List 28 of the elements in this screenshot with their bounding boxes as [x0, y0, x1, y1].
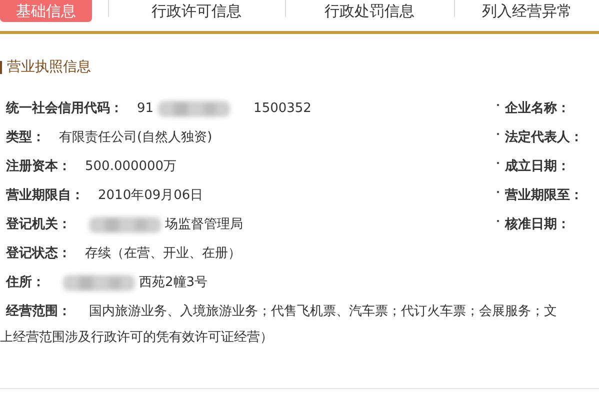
field-label: 经营范围： — [6, 302, 71, 321]
field-value: 场监督管理局 — [165, 216, 243, 234]
field-value: 上经营范围涉及行政许可的凭有效许可证经营） — [0, 329, 274, 347]
tab[interactable]: 行政处罚信息 — [314, 0, 425, 22]
field-value: 91 — [137, 100, 154, 118]
field-label: 成立日期： — [505, 158, 570, 176]
field-value: 国内旅游业务、入境旅游业务；代售飞机票、汽车票；代订火车票；会展服务；文 — [89, 302, 557, 321]
section-title: 营业执照信息 — [7, 58, 91, 77]
field-value: 存续（在营、开业、在册） — [85, 244, 241, 263]
field-value: 1500352 — [254, 100, 312, 118]
field-label: 注册资本： — [6, 158, 71, 176]
tab[interactable]: 列入经营异常 — [472, 0, 582, 22]
field-label: 法定代表人： — [505, 128, 583, 147]
field-label: 营业期限至： — [505, 186, 583, 205]
field-value: 西苑2幢3号 — [139, 274, 208, 292]
field-label: 核准日期： — [505, 216, 570, 234]
field-label: 营业期限自： — [6, 186, 84, 205]
field-label: 类型： — [6, 128, 45, 147]
field-label: 住所： — [6, 274, 45, 292]
field-label: 登记状态： — [6, 244, 71, 263]
tab[interactable]: 行政许可信息 — [142, 0, 252, 22]
field-value: 2010年09月06日 — [98, 186, 204, 205]
field-label: 企业名称： — [505, 100, 570, 118]
field-value: 500.000000万 — [85, 158, 177, 176]
title-bar-mark — [0, 61, 2, 74]
field-value: 有限责任公司(自然人独资) — [59, 128, 212, 147]
field-label: 登记机关： — [6, 216, 71, 234]
field-label: 统一社会信用代码： — [6, 100, 123, 118]
